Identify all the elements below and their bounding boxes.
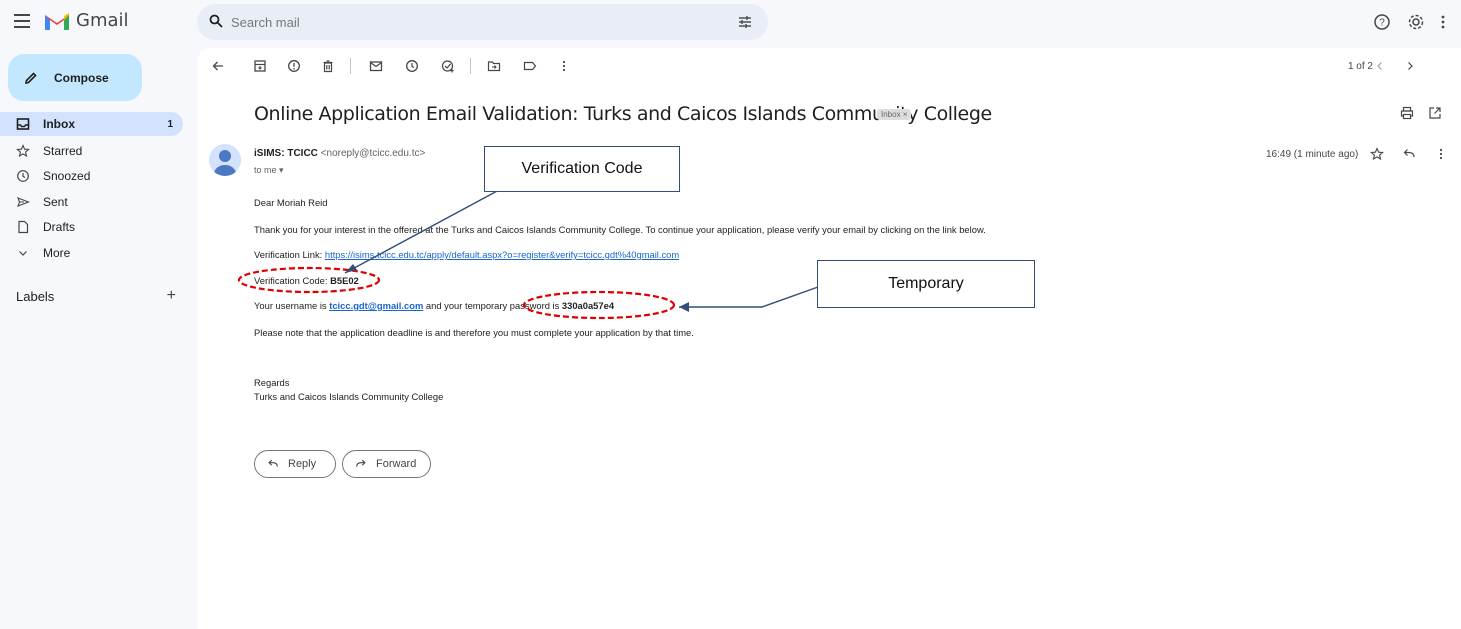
temporary-callout-text: Temporary [888,275,964,292]
pencil-icon [24,71,37,84]
credentials-line: Your username is tcicc.gdt@gmail.com and… [254,300,614,311]
mark-unread-icon[interactable] [369,59,383,73]
inbox-unread-count: 1 [167,118,173,130]
reply-icon[interactable] [1402,147,1416,161]
sender-email: <noreply@tcicc.edu.tc> [320,148,426,159]
sidebar-item-drafts[interactable]: Drafts [0,215,190,241]
star-icon[interactable] [1370,147,1384,161]
chevron-down-icon [19,250,27,256]
draft-icon [18,221,29,234]
toolbar-divider [470,58,471,74]
app-name: Gmail [76,10,129,31]
newer-chevron-icon[interactable] [1373,59,1387,73]
verification-code-line: Verification Code: B5E02 [254,275,359,286]
gmail-logo[interactable]: Gmail [44,10,129,31]
reply-icon [268,459,278,467]
sidebar-nav: Inbox 1 Starred Snoozed Sent Drafts More [0,112,190,266]
inbox-label-chip[interactable]: Inbox × [877,109,912,120]
verification-code-label: Verification Code: [254,275,331,286]
svg-text:?: ? [1379,18,1385,29]
forward-button[interactable]: Forward [342,450,431,478]
sidebar-item-label: More [43,245,71,260]
older-chevron-icon[interactable] [1403,59,1417,73]
username-email-link[interactable]: tcicc.gdt@gmail.com [329,300,423,311]
verification-code-callout: Verification Code [484,146,680,192]
top-right-actions: ? [1372,12,1446,32]
sender: iSIMS: TCICC <noreply@tcicc.edu.tc> [254,148,425,159]
gmail-m-icon [45,12,69,30]
back-arrow-icon[interactable] [211,59,225,73]
compose-button[interactable]: Compose [8,54,142,101]
add-label-button[interactable]: + [167,287,176,305]
print-icon[interactable] [1400,106,1414,120]
verification-link-line: Verification Link: https://isims.tcicc.e… [254,249,679,260]
sender-name[interactable]: iSIMS: TCICC [254,148,318,159]
username-prefix: Your username is [254,300,330,311]
label-icon[interactable] [523,59,537,73]
sidebar-item-label: Drafts [43,220,76,235]
more-options-icon[interactable] [557,59,571,73]
delete-icon[interactable] [321,59,335,73]
sidebar: Compose Inbox 1 Starred Snoozed Sent Dra… [0,48,197,629]
deadline-note: Please note that the application deadlin… [254,327,694,338]
message-timestamp: 16:49 (1 minute ago) [1266,149,1359,160]
search-options-icon[interactable] [737,14,753,30]
toolbar-divider [350,58,351,74]
search-bar[interactable] [197,4,768,40]
sidebar-item-snoozed[interactable]: Snoozed [0,164,190,190]
star-icon [16,143,30,157]
reply-label: Reply [288,458,317,470]
labels-title: Labels [16,288,55,304]
sidebar-item-label: Starred [43,143,83,158]
snooze-icon[interactable] [405,59,419,73]
verification-link[interactable]: https://isims.tcicc.edu.tc/apply/default… [325,249,679,260]
reply-button[interactable]: Reply [254,450,336,478]
move-to-icon[interactable] [487,59,501,73]
sidebar-item-sent[interactable]: Sent [0,189,190,215]
send-icon [17,196,30,207]
sidebar-item-label: Snoozed [43,169,91,184]
compose-label: Compose [54,70,109,85]
clock-icon [17,170,29,183]
labels-section: Labels + [16,287,176,305]
sidebar-item-label: Sent [43,194,68,209]
verification-code: B5E02 [330,275,359,286]
sidebar-item-starred[interactable]: Starred [0,138,190,164]
verification-link-label: Verification Link: [254,249,325,260]
inbox-icon [16,118,30,130]
email-intro: Thank you for your interest in the offer… [254,224,986,235]
open-in-new-window-icon[interactable] [1428,106,1442,120]
recipient-details-toggle[interactable]: to me ▾ [254,165,284,176]
apps-menu-icon[interactable] [1440,12,1446,32]
email-greeting: Dear Moriah Reid [254,197,328,208]
signature: Turks and Caicos Islands Community Colle… [254,391,444,402]
sidebar-item-label: Inbox [43,117,75,131]
archive-icon[interactable] [253,59,267,73]
sidebar-item-more[interactable]: More [0,240,190,266]
default-avatar-icon [214,150,236,176]
message-toolbar: 1 of 2 [197,48,1461,84]
top-bar: Gmail ? [0,0,1461,48]
avatar [209,144,241,176]
forward-icon [356,459,366,467]
regards: Regards [254,377,290,388]
pager-count: 1 of 2 [1347,61,1373,72]
search-icon[interactable] [209,14,223,28]
help-icon[interactable]: ? [1372,12,1392,32]
sidebar-item-inbox[interactable]: Inbox 1 [0,112,183,136]
main-menu-icon[interactable] [14,14,30,28]
username-mid: and your temporary password is [423,300,562,311]
temporary-callout: Temporary [817,260,1035,308]
forward-label: Forward [376,458,417,470]
message-more-icon[interactable] [1434,147,1448,161]
temporary-password: 330a0a57e4 [561,300,615,311]
settings-gear-icon[interactable] [1406,12,1426,32]
add-to-tasks-icon[interactable] [441,59,455,73]
message-view: 1 of 2 Online Application Email Validati… [197,48,1461,629]
search-input[interactable] [231,12,701,32]
report-spam-icon[interactable] [287,59,301,73]
verification-callout-text: Verification Code [521,160,643,177]
